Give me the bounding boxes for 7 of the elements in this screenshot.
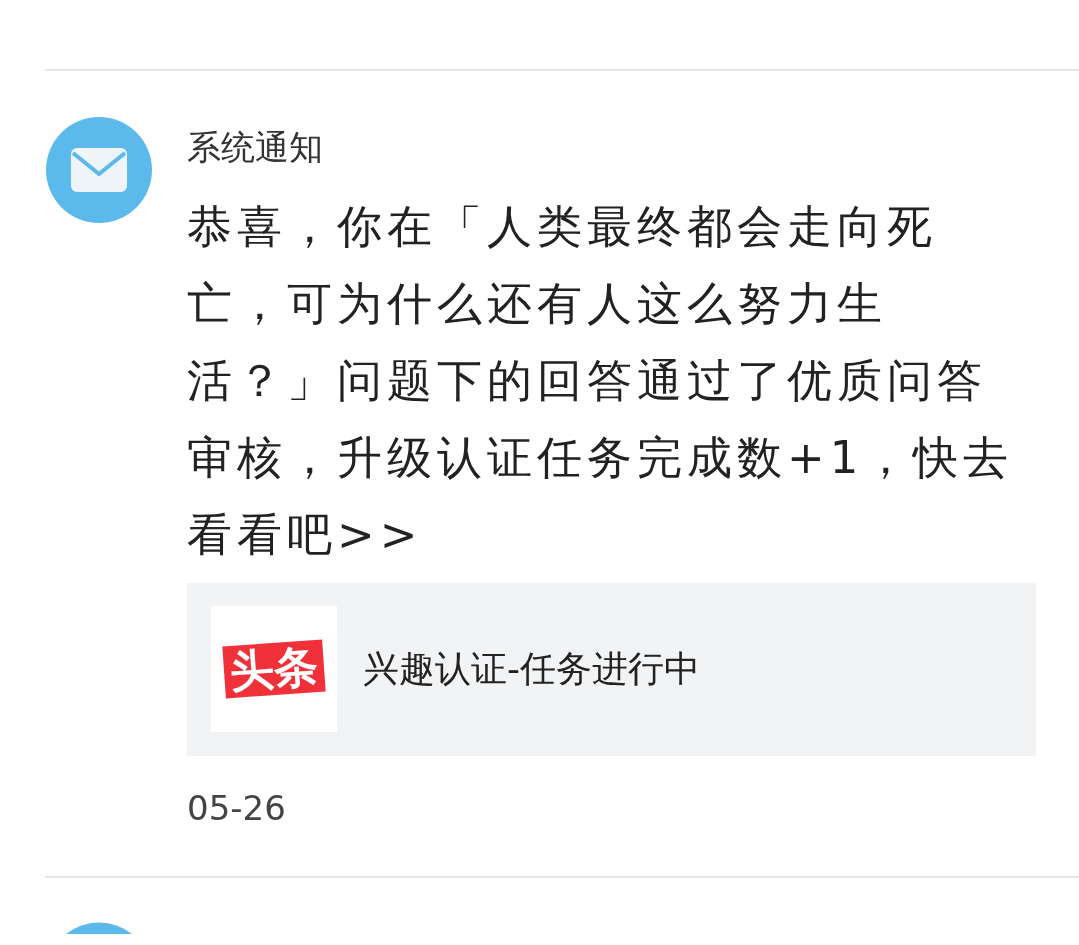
date-label: 05-26 (187, 787, 287, 828)
app-logo: 头条 (211, 606, 337, 733)
notification-message[interactable]: 恭喜，你在「人类最终都会走向死亡，可为什么还有人这么努力生活？」问题下的回答通过了优质问答审核，升级认证任务完成数+1，快去看看吧>> (187, 187, 1017, 573)
mail-avatar-icon (46, 117, 152, 223)
link-card[interactable]: 头条 兴趣认证-任务进行中 (187, 582, 1036, 756)
sender-name: 系统通知 (187, 127, 324, 168)
card-title: 兴趣认证-任务进行中 (363, 646, 700, 691)
